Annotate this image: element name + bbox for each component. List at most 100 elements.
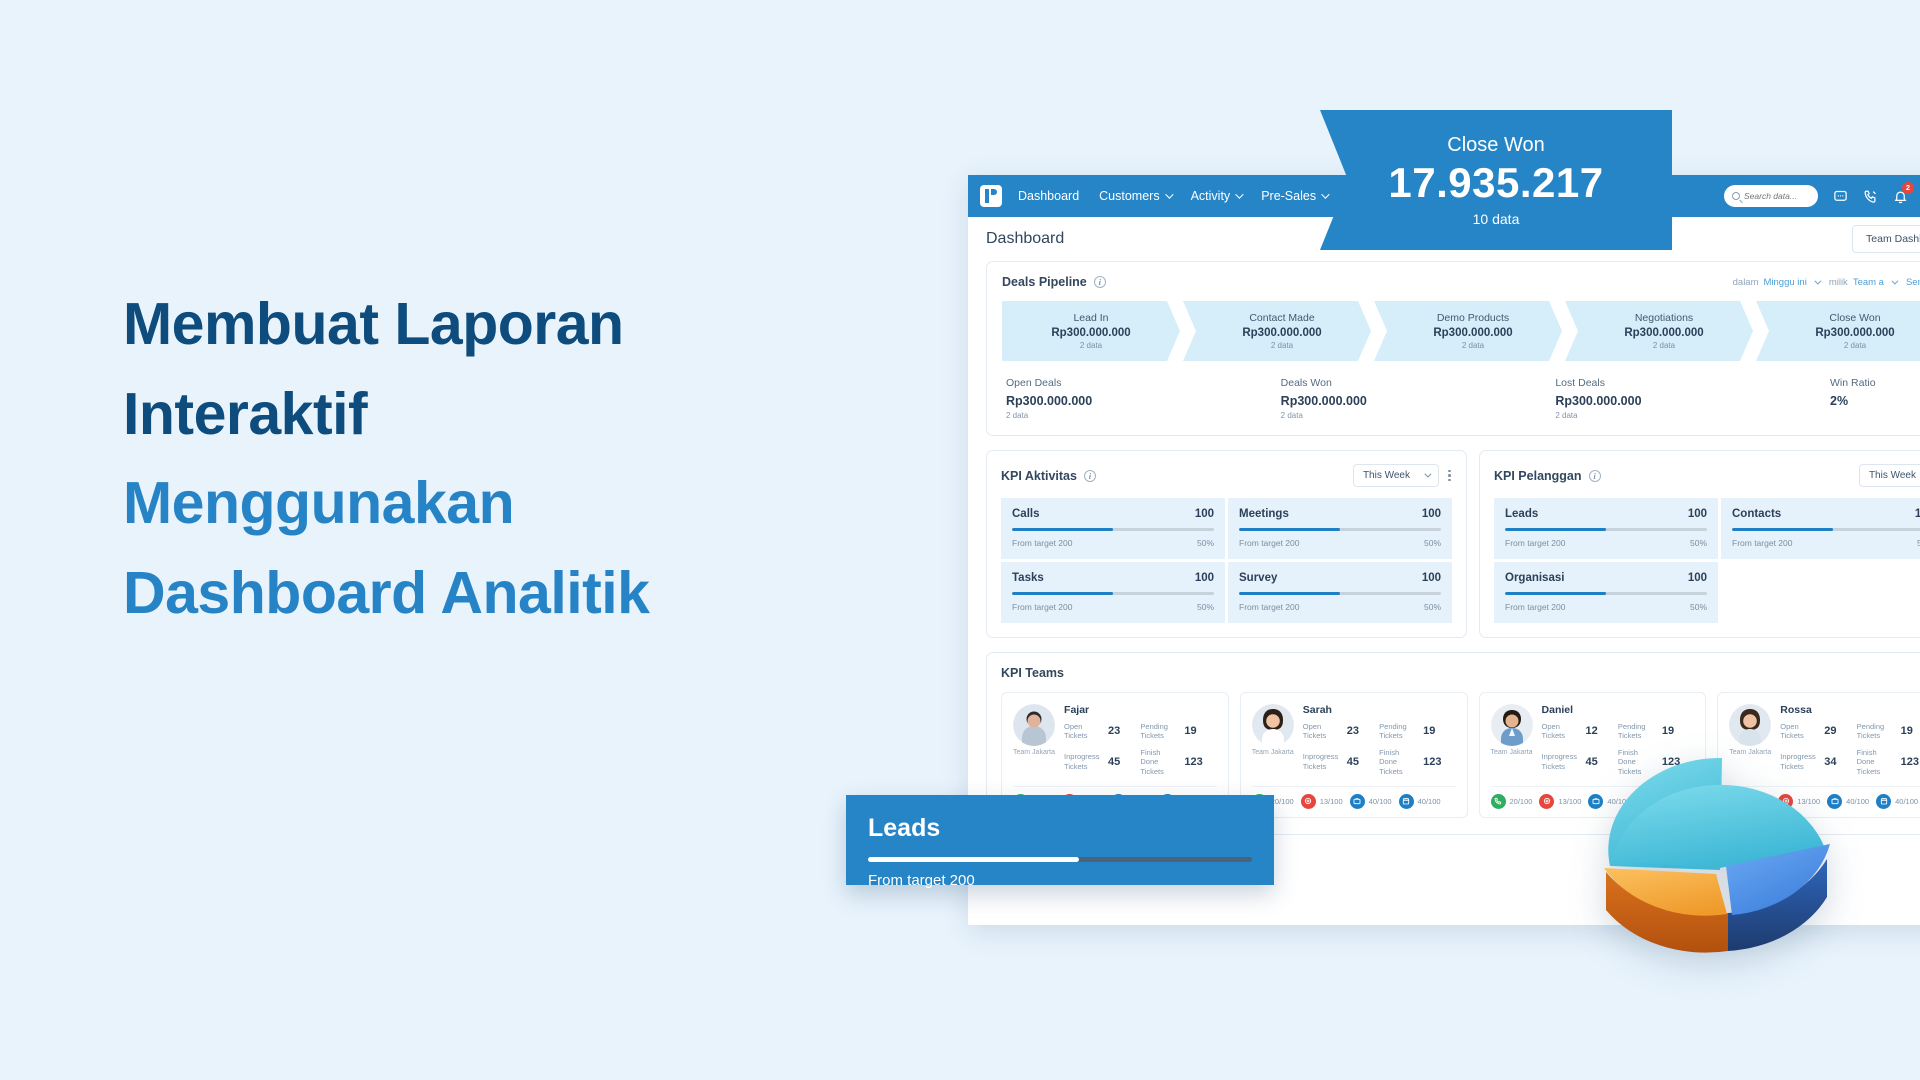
member-name: Daniel <box>1541 704 1574 716</box>
stage-data: 2 data <box>1079 341 1103 350</box>
kpi-tile-value: 100 <box>1687 572 1707 584</box>
more-options-icon[interactable] <box>1448 469 1452 482</box>
filter-owner-value[interactable]: Team a <box>1853 277 1884 288</box>
chevron-down-icon[interactable] <box>1891 277 1899 285</box>
filter-all-value[interactable]: Semua u <box>1906 277 1920 288</box>
pipeline-stage[interactable]: Demo Products Rp300.000.000 2 data <box>1374 301 1562 361</box>
pipeline-header: Deals Pipeline i dalam Minggu ini milik … <box>1002 275 1920 289</box>
stat-value: 123 <box>1423 755 1442 768</box>
chip-text: 20/100 <box>1509 796 1533 806</box>
kpi-tile-value: 100 <box>1421 572 1441 584</box>
filter-in-value[interactable]: Minggu ini <box>1764 277 1807 288</box>
kpi-tile-survey[interactable]: Survey 100 From target 200 50% <box>1228 562 1452 623</box>
info-icon[interactable]: i <box>1093 276 1106 288</box>
kpi-tile-pct: 50% <box>1423 538 1441 548</box>
pipeline-stage[interactable]: Close Won Rp300.000.000 2 data <box>1756 301 1920 361</box>
member-name: Rossa <box>1780 704 1812 716</box>
nav-item-dashboard[interactable]: Dashboard <box>1018 189 1079 203</box>
period-select-aktivitas[interactable]: This Week <box>1352 464 1439 487</box>
kpi-tile-sub: From target 200 <box>1239 602 1300 612</box>
kpi-tile-tasks[interactable]: Tasks 100 From target 200 50% <box>1001 562 1225 623</box>
phone-call-icon[interactable] <box>1862 188 1878 204</box>
kpi-tile-calls[interactable]: Calls 100 From target 200 50% <box>1001 498 1225 559</box>
kpi-tile-name: Calls <box>1012 508 1040 520</box>
chip-text: 40/100 <box>1846 796 1870 806</box>
pipeline-stage[interactable]: Lead In Rp300.000.000 2 data <box>1002 301 1180 361</box>
stage-amount: Rp300.000.000 <box>1815 327 1895 339</box>
chip-text: 13/100 <box>1558 796 1582 806</box>
pipeline-stage[interactable]: Negotiations Rp300.000.000 2 data <box>1565 301 1753 361</box>
stat-value: 19 <box>1184 725 1197 738</box>
target-icon <box>1300 793 1316 809</box>
info-icon[interactable]: i <box>1588 469 1601 482</box>
search-input[interactable] <box>1744 191 1810 201</box>
stat-value: 45 <box>1346 755 1360 768</box>
phone-icon <box>1490 793 1506 809</box>
stat-value: 45 <box>1108 755 1121 768</box>
stat-label: Inprogress Tickets <box>1064 752 1100 771</box>
kpi-tile-name: Organisasi <box>1505 572 1565 584</box>
stat-label: Open Tickets <box>1302 722 1327 741</box>
kpi-pelanggan-header: KPI Pelanggan i This Week <box>1494 464 1920 487</box>
close-won-banner: Close Won 17.935.217 10 data <box>1320 110 1672 250</box>
kpi-tile-organisasi[interactable]: Organisasi 100 From target 200 50% <box>1494 562 1718 623</box>
nav-item-activity[interactable]: Activity <box>1190 189 1244 203</box>
avatar <box>1013 704 1055 746</box>
kpi-tile-pct: 50% <box>1689 602 1707 612</box>
summary-data: 2 data <box>1280 411 1303 420</box>
kpi-tile-meetings[interactable]: Meetings 100 From target 200 50% <box>1228 498 1452 559</box>
stat-value: 123 <box>1184 755 1203 768</box>
stat-label: Pending Tickets <box>1140 722 1168 741</box>
stat-finish-tickets: Finish Done Tickets 123 <box>1140 748 1216 776</box>
stage-amount: Rp300.000.000 <box>1242 327 1322 339</box>
chevron-down-icon[interactable] <box>1814 277 1822 285</box>
stat-label: Pending Tickets <box>1379 722 1407 741</box>
kpi-teams-title: KPI Teams <box>1001 666 1064 680</box>
filter-owner-label: milik <box>1828 276 1848 288</box>
stat-value: 23 <box>1108 725 1121 738</box>
team-dashboard-button[interactable]: Team Dashboard <box>1852 225 1920 253</box>
stage-data: 2 data <box>1843 341 1867 350</box>
deal-summary-row: Open Deals Rp300.000.000 2 data Deals Wo… <box>1002 377 1920 420</box>
period-select-pelanggan[interactable]: This Week <box>1858 464 1920 487</box>
kpi-tile-name: Tasks <box>1012 572 1044 584</box>
close-won-label: Close Won <box>1447 133 1545 156</box>
summary-lost-deals: Lost Deals Rp300.000.000 2 data <box>1555 377 1830 420</box>
kpi-tile-value: 100 <box>1914 508 1920 520</box>
kpi-tile-name: Meetings <box>1239 508 1289 520</box>
leads-overlay-title: Leads <box>868 814 941 842</box>
kpi-tile-pct: 50% <box>1689 538 1707 548</box>
stage-data: 2 data <box>1461 341 1485 350</box>
stat-label: Finish Done Tickets <box>1379 747 1403 776</box>
avatar <box>1251 704 1294 746</box>
nav-label: Activity <box>1190 189 1231 203</box>
kpi-tile-value: 100 <box>1421 508 1441 520</box>
kpi-tile-contacts[interactable]: Contacts 100 From target 200 50% <box>1721 498 1920 559</box>
team-label: Team Jakarta <box>1490 749 1533 756</box>
chip-text: 13/100 <box>1319 796 1343 806</box>
stat-finish-tickets: Finish Done Tickets 123 <box>1379 748 1455 776</box>
chat-icon[interactable] <box>1832 188 1848 204</box>
info-icon[interactable]: i <box>1083 469 1096 482</box>
headline-line-1: Membuat Laporan <box>123 291 624 357</box>
team-label: Team Jakarta <box>1251 749 1294 756</box>
pipeline-stage[interactable]: Contact Made Rp300.000.000 2 data <box>1183 301 1371 361</box>
member-name: Sarah <box>1302 704 1332 716</box>
brand-logo-icon[interactable] <box>980 185 1002 207</box>
calendar-icon <box>1876 793 1892 809</box>
summary-deals-won: Deals Won Rp300.000.000 2 data <box>1281 377 1556 420</box>
nav-item-customers[interactable]: Customers <box>1099 189 1174 203</box>
calendar-icon <box>1398 793 1414 809</box>
win-ratio-label: Win Ratio <box>1830 377 1876 389</box>
stat-label: Finish Done Tickets <box>1856 747 1881 776</box>
stage-amount: Rp300.000.000 <box>1433 327 1513 339</box>
search-box[interactable] <box>1724 185 1818 207</box>
kpi-progress-bar <box>1012 592 1214 595</box>
kpi-progress-bar <box>1505 592 1707 595</box>
pipeline-filters: dalam Minggu ini milik Team a Semua u <box>1733 277 1920 288</box>
nav-item-pre-sales[interactable]: Pre-Sales <box>1261 189 1330 203</box>
bell-icon[interactable]: 2 <box>1892 182 1914 204</box>
kpi-progress-bar <box>1239 528 1441 531</box>
kpi-tile-leads[interactable]: Leads 100 From target 200 50% <box>1494 498 1718 559</box>
kpi-controls: This Week <box>1858 464 1920 487</box>
